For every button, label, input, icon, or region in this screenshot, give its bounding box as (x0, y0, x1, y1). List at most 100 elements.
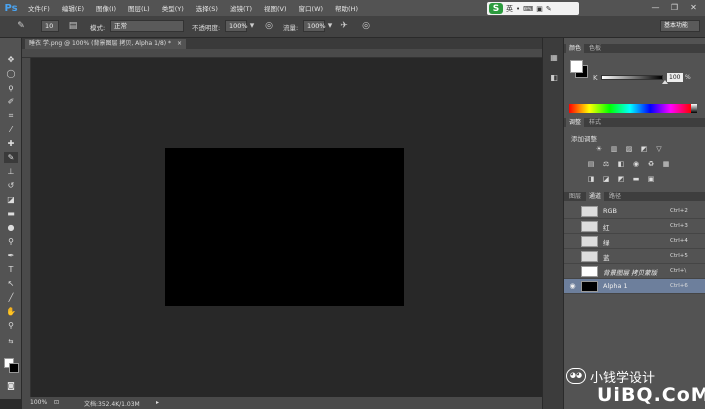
path-select-tool-icon[interactable]: ↖ (4, 278, 18, 289)
close-icon[interactable]: × (177, 40, 182, 47)
airbrush-icon[interactable]: ✈ (337, 20, 351, 33)
type-tool-icon[interactable]: T (4, 264, 18, 275)
tab-color[interactable]: 颜色 (566, 44, 585, 53)
skin-icon[interactable]: ▣ (536, 5, 543, 13)
menu-view[interactable]: 视图(V) (258, 3, 293, 13)
close-button[interactable]: ✕ (688, 3, 699, 13)
gradient-tool-icon[interactable]: ▬ (4, 208, 18, 219)
menu-image[interactable]: 图像(I) (90, 3, 122, 13)
channel-row-alpha-1[interactable]: ◉ Alpha 1 Ctrl+6 (564, 279, 705, 294)
tab-layers[interactable]: 图层 (566, 192, 584, 201)
channel-row-blue[interactable]: 蓝 Ctrl+5 (564, 249, 705, 264)
history-brush-tool-icon[interactable]: ↺ (4, 180, 18, 191)
keyboard-icon[interactable]: ⌨ (523, 5, 533, 13)
mode-select[interactable]: 正常 (110, 20, 184, 32)
restore-button[interactable]: ❐ (669, 3, 680, 13)
channel-row-green[interactable]: 绿 Ctrl+4 (564, 234, 705, 249)
chevron-down-icon[interactable]: ▾ (326, 20, 334, 33)
tab-swatches[interactable]: 色板 (586, 44, 604, 53)
flow-input[interactable]: 100% (303, 20, 326, 32)
pen-tool-icon[interactable]: ✒ (4, 250, 18, 261)
properties-panel-icon[interactable]: ◧ (548, 72, 560, 83)
brush-tool-icon[interactable]: ✎ (14, 20, 28, 33)
gradient-map-icon[interactable]: ▬ (631, 175, 641, 184)
channel-row-layer-mask[interactable]: 背景图层 拷贝蒙版 Ctrl+\ (564, 264, 705, 279)
workspace-select[interactable]: 基本功能 (660, 20, 700, 32)
document-tab[interactable]: 睡衣 学.png @ 100% (背景图层 拷贝, Alpha 1/8) * × (25, 39, 186, 49)
hue-saturation-icon[interactable]: ▤ (586, 160, 596, 169)
black-white-icon[interactable]: ◧ (616, 160, 626, 169)
stamp-tool-icon[interactable]: ⊥ (4, 166, 18, 177)
healing-tool-icon[interactable]: ✚ (4, 138, 18, 149)
color-spectrum-bar[interactable] (569, 104, 691, 113)
color-panel-foreground-swatch[interactable] (570, 60, 583, 73)
eye-icon[interactable]: ◉ (568, 282, 577, 291)
swap-colors-icon[interactable]: ⇆ (4, 336, 18, 347)
quick-select-tool-icon[interactable]: ✐ (4, 96, 18, 107)
background-color-swatch[interactable] (9, 363, 19, 373)
menu-layer[interactable]: 图层(L) (122, 3, 156, 13)
channel-mixer-icon[interactable]: ♻ (646, 160, 656, 169)
brush-panel-icon[interactable]: ▤ (66, 20, 80, 33)
channel-row-red[interactable]: 红 Ctrl+3 (564, 219, 705, 234)
menu-filter[interactable]: 滤镜(T) (224, 3, 258, 13)
crop-tool-icon[interactable]: ⌗ (4, 110, 18, 121)
chevron-down-icon[interactable]: ▾ (248, 20, 256, 33)
zoom-tool-icon[interactable]: ⚲ (4, 320, 18, 331)
move-tool-icon[interactable]: ✥ (4, 54, 18, 65)
pressure-size-icon[interactable]: ◎ (359, 20, 373, 33)
quick-mask-icon[interactable]: ◙ (4, 380, 18, 391)
ime-punct-icon[interactable]: • (516, 5, 520, 13)
brightness-icon[interactable]: ☀ (594, 145, 604, 154)
tab-styles[interactable]: 样式 (586, 118, 604, 127)
tab-adjustments[interactable]: 调整 (566, 118, 585, 127)
opacity-input[interactable]: 100% (225, 20, 248, 32)
ime-mode[interactable]: 英 (506, 4, 513, 14)
history-panel-icon[interactable]: ▦ (548, 52, 560, 63)
channel-row-rgb[interactable]: RGB Ctrl+2 (564, 204, 705, 219)
visibility-toggle[interactable] (568, 207, 577, 216)
marquee-tool-icon[interactable]: ◯ (4, 68, 18, 79)
vibrance-icon[interactable]: ▽ (654, 145, 664, 154)
invert-icon[interactable]: ◨ (586, 175, 596, 184)
tab-paths[interactable]: 路径 (606, 192, 624, 201)
visibility-toggle[interactable] (568, 237, 577, 246)
hand-tool-icon[interactable]: ✋ (4, 306, 18, 317)
k-value-input[interactable]: 100 (667, 73, 683, 82)
minimize-button[interactable]: — (650, 3, 661, 13)
menu-type[interactable]: 类型(Y) (156, 3, 190, 13)
eyedropper-tool-icon[interactable]: ⁄ (4, 124, 18, 135)
menu-select[interactable]: 选择(S) (190, 3, 224, 13)
document-canvas[interactable] (165, 148, 404, 306)
exposure-icon[interactable]: ◩ (639, 145, 649, 154)
brush-tool-icon[interactable]: ✎ (4, 152, 18, 163)
zoom-level[interactable]: 100% (30, 399, 47, 406)
pressure-opacity-icon[interactable]: ◎ (262, 20, 276, 33)
k-slider[interactable] (601, 75, 663, 80)
eraser-tool-icon[interactable]: ◪ (4, 194, 18, 205)
wrench-icon[interactable]: ✎ (546, 5, 552, 13)
black-white-ramp[interactable] (691, 104, 697, 113)
chevron-right-icon[interactable]: ▸ (156, 399, 159, 406)
posterize-icon[interactable]: ◪ (601, 175, 611, 184)
menu-help[interactable]: 帮助(H) (329, 3, 364, 13)
blur-tool-icon[interactable]: ● (4, 222, 18, 233)
line-tool-icon[interactable]: ╱ (4, 292, 18, 303)
threshold-icon[interactable]: ◩ (616, 175, 626, 184)
brush-size-picker[interactable]: 10 (41, 20, 59, 32)
visibility-toggle[interactable] (568, 252, 577, 261)
menu-edit[interactable]: 编辑(E) (56, 3, 90, 13)
visibility-toggle[interactable] (568, 267, 577, 276)
lasso-tool-icon[interactable]: ϙ (4, 82, 18, 93)
status-icon[interactable]: ⊡ (54, 399, 59, 406)
visibility-toggle[interactable] (568, 222, 577, 231)
menu-window[interactable]: 窗口(W) (293, 3, 330, 13)
tab-channels[interactable]: 通道 (586, 192, 605, 201)
photo-filter-icon[interactable]: ◉ (631, 160, 641, 169)
selective-color-icon[interactable]: ▣ (646, 175, 656, 184)
ime-toolbar[interactable]: S 英 • ⌨ ▣ ✎ (487, 2, 579, 15)
dodge-tool-icon[interactable]: ⚲ (4, 236, 18, 247)
levels-icon[interactable]: ▥ (609, 145, 619, 154)
menu-file[interactable]: 文件(F) (22, 3, 56, 13)
color-balance-icon[interactable]: ⚖ (601, 160, 611, 169)
